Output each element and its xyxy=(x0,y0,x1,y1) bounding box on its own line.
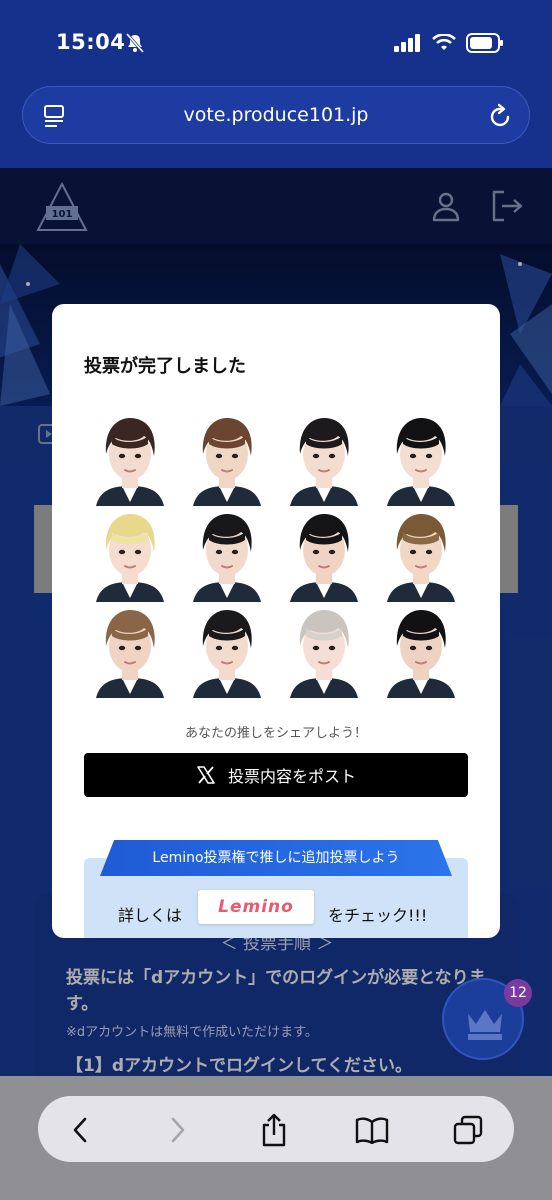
trainee-portrait xyxy=(82,602,178,698)
trainee-portrait xyxy=(82,410,178,506)
vote-complete-modal: 投票が完了しました あなたの推しをシェアしよう！ 投票内容をポスト 詳しくは L… xyxy=(52,304,500,938)
trainee-photo xyxy=(276,410,372,506)
share-button[interactable] xyxy=(254,1110,294,1150)
trainee-photo xyxy=(276,506,372,602)
trainee-photo xyxy=(82,410,178,506)
chevron-left-icon xyxy=(73,1117,87,1143)
modal-title: 投票が完了しました xyxy=(84,356,246,377)
trainee-portrait xyxy=(373,602,469,698)
trainee-photo xyxy=(373,506,469,602)
trainee-grid xyxy=(82,410,470,698)
trainee-portrait xyxy=(179,602,275,698)
bell-off-icon xyxy=(125,33,145,53)
lemino-logo[interactable]: Lemino xyxy=(198,890,314,924)
trainee-portrait xyxy=(276,602,372,698)
back-button[interactable] xyxy=(60,1110,100,1150)
status-time: 15:04 xyxy=(56,30,126,54)
trainee-photo xyxy=(82,602,178,698)
lemino-detail-label: 詳しくは xyxy=(118,906,183,925)
trainee-photo xyxy=(373,410,469,506)
trainee-portrait xyxy=(276,410,372,506)
share-icon xyxy=(262,1113,286,1147)
tabs-icon xyxy=(453,1115,483,1145)
trainee-portrait xyxy=(179,506,275,602)
forward-button[interactable] xyxy=(158,1110,198,1150)
trainee-portrait xyxy=(82,506,178,602)
browser-toolbar xyxy=(0,1076,552,1200)
share-prompt: あなたの推しをシェアしよう！ xyxy=(184,726,367,741)
lemino-check-label: をチェック!!! xyxy=(328,906,428,925)
favorites-count-badge: 12 xyxy=(504,979,532,1007)
trainee-photo xyxy=(179,602,275,698)
browser-address-area: vote.produce101.jp xyxy=(0,80,552,168)
trainee-photo xyxy=(179,410,275,506)
trainee-portrait xyxy=(179,410,275,506)
post-button-label: 投票内容をポスト xyxy=(227,767,356,786)
trainee-portrait xyxy=(373,506,469,602)
trainee-photo xyxy=(179,506,275,602)
wifi-icon xyxy=(432,34,456,50)
post-to-x-button[interactable]: 投票内容をポスト xyxy=(84,753,468,797)
tabs-button[interactable] xyxy=(448,1110,488,1150)
lemino-ribbon: Lemino投票権で推しに追加投票しよう xyxy=(100,840,452,876)
signal-icon xyxy=(394,34,420,52)
reload-icon[interactable] xyxy=(489,103,513,129)
url-text[interactable]: vote.produce101.jp xyxy=(23,104,529,126)
bookmarks-button[interactable] xyxy=(352,1110,392,1150)
trainee-photo xyxy=(82,506,178,602)
x-logo-icon xyxy=(197,766,215,784)
trainee-portrait xyxy=(276,506,372,602)
trainee-portrait xyxy=(373,410,469,506)
battery-icon xyxy=(466,33,503,53)
book-icon xyxy=(355,1117,389,1144)
address-bar[interactable]: vote.produce101.jp xyxy=(22,86,530,144)
status-bar: 15:04 xyxy=(0,0,552,80)
chevron-right-icon xyxy=(171,1117,185,1143)
trainee-photo xyxy=(373,602,469,698)
trainee-photo xyxy=(276,602,372,698)
toolbar-pill xyxy=(38,1096,514,1162)
